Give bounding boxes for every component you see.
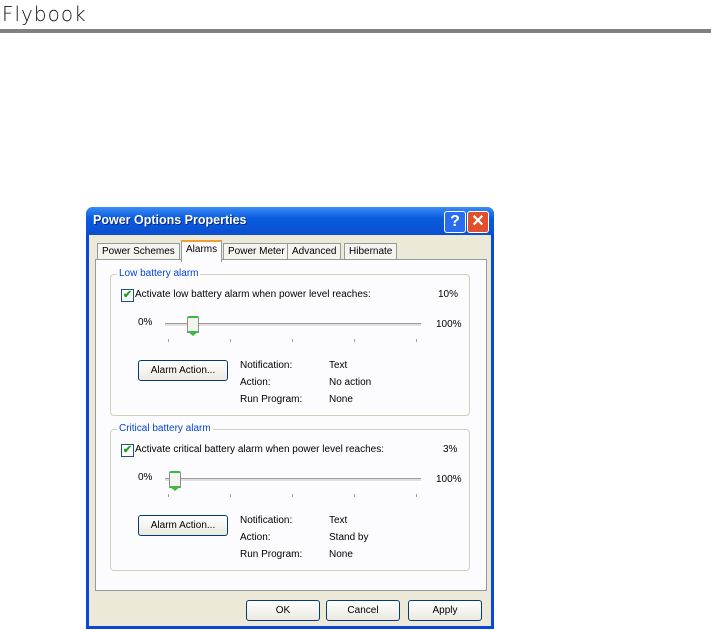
slider-tick bbox=[354, 339, 355, 342]
power-options-dialog: Power Options Properties ? ✕ Power Schem… bbox=[86, 207, 494, 629]
critical-battery-slider[interactable] bbox=[165, 478, 421, 482]
dialog-title: Power Options Properties bbox=[93, 213, 247, 227]
tab-power-meter[interactable]: Power Meter bbox=[223, 243, 290, 260]
action-label: Action: bbox=[240, 532, 271, 543]
apply-button[interactable]: Apply bbox=[408, 600, 482, 621]
slider-tick bbox=[416, 494, 417, 497]
slider-tick bbox=[354, 494, 355, 497]
run-program-label: Run Program: bbox=[240, 549, 303, 560]
slider-tick bbox=[292, 494, 293, 497]
low-slider-min: 0% bbox=[138, 317, 153, 328]
ok-button[interactable]: OK bbox=[246, 600, 320, 621]
critical-alarm-action-button[interactable]: Alarm Action... bbox=[138, 515, 228, 536]
low-battery-checkbox-label: Activate low battery alarm when power le… bbox=[135, 289, 371, 300]
cancel-button[interactable]: Cancel bbox=[326, 600, 400, 621]
notification-label: Notification: bbox=[240, 360, 293, 371]
dialog-body: Power Schemes Alarms Power Meter Advance… bbox=[89, 235, 491, 626]
low-battery-value: 10% bbox=[438, 289, 459, 300]
low-battery-legend: Low battery alarm bbox=[117, 268, 201, 279]
title-bar[interactable]: Power Options Properties ? ✕ bbox=[86, 207, 494, 235]
low-alarm-action-button[interactable]: Alarm Action... bbox=[138, 360, 228, 381]
critical-slider-max: 100% bbox=[436, 474, 462, 485]
slider-tick bbox=[292, 339, 293, 342]
critical-battery-legend: Critical battery alarm bbox=[117, 423, 213, 434]
action-value: No action bbox=[329, 377, 372, 388]
critical-battery-value: 3% bbox=[443, 444, 458, 455]
low-slider-thumb[interactable] bbox=[187, 316, 199, 336]
slider-tick bbox=[168, 494, 169, 497]
slider-tick bbox=[230, 494, 231, 497]
alarms-panel: Low battery alarm ✔ Activate low battery… bbox=[95, 259, 487, 591]
critical-battery-group: Critical battery alarm ✔ Activate critic… bbox=[110, 423, 470, 571]
brand-logo: Flybook bbox=[2, 2, 87, 26]
low-battery-checkbox[interactable]: ✔ bbox=[121, 289, 134, 302]
tab-advanced[interactable]: Advanced bbox=[287, 243, 342, 260]
critical-battery-checkbox-label: Activate critical battery alarm when pow… bbox=[135, 444, 384, 455]
critical-slider-min: 0% bbox=[138, 472, 153, 483]
action-value: Stand by bbox=[329, 532, 369, 543]
header-divider bbox=[0, 29, 711, 33]
tab-hibernate[interactable]: Hibernate bbox=[344, 243, 398, 260]
notification-value: Text bbox=[329, 360, 348, 371]
run-program-value: None bbox=[329, 394, 353, 405]
run-program-value: None bbox=[329, 549, 353, 560]
slider-tick bbox=[416, 339, 417, 342]
notification-label: Notification: bbox=[240, 515, 293, 526]
action-label: Action: bbox=[240, 377, 271, 388]
low-battery-group: Low battery alarm ✔ Activate low battery… bbox=[110, 268, 470, 416]
tab-alarms[interactable]: Alarms bbox=[181, 240, 223, 262]
low-battery-slider[interactable] bbox=[165, 323, 421, 327]
low-slider-max: 100% bbox=[436, 319, 462, 330]
critical-battery-checkbox[interactable]: ✔ bbox=[121, 444, 134, 457]
run-program-label: Run Program: bbox=[240, 394, 303, 405]
slider-tick bbox=[168, 339, 169, 342]
slider-tick bbox=[230, 339, 231, 342]
help-button[interactable]: ? bbox=[444, 211, 466, 233]
critical-slider-thumb[interactable] bbox=[169, 471, 181, 491]
close-button[interactable]: ✕ bbox=[467, 211, 489, 233]
notification-value: Text bbox=[329, 515, 348, 526]
tab-power-schemes[interactable]: Power Schemes bbox=[97, 243, 180, 260]
